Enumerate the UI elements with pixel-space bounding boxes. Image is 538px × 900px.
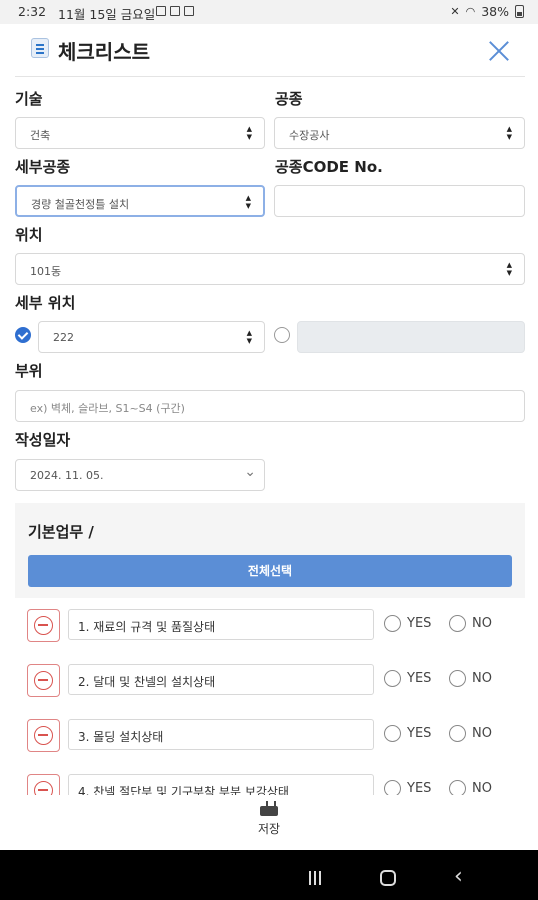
part-input[interactable]: ex) 벽체, 슬라브, S1~S4 (구간) [15,390,525,422]
battery-icon [515,5,524,18]
save-label: 저장 [257,822,281,836]
detail-work-select[interactable]: 경량 철골천정틀 설치 [15,185,265,217]
modal-header: 체크리스트 [0,24,538,76]
tech-select[interactable]: 건축 [15,117,265,149]
notification-icons [156,6,194,16]
yes-label: YES [407,781,432,795]
no-label: NO [472,671,492,686]
status-right: ✕ ◠ 38% [450,4,524,19]
item-text[interactable]: 4. 찬넬 절단부 및 기구부착 부분 보강상태 [68,774,374,795]
list-item: 3. 몰딩 설치상태 YES NO [0,719,538,759]
date-input[interactable]: 2024. 11. 05. [15,459,265,491]
recents-icon[interactable] [309,870,325,885]
yes-radio[interactable] [384,670,401,687]
detail-location-input-radio[interactable] [274,327,290,343]
tech-label: 기술 [15,90,43,108]
wifi-icon: ◠ [465,5,476,18]
yes-option[interactable]: YES [384,615,431,632]
no-label: NO [472,726,492,741]
checklist-modal: 체크리스트 기술 공종 건축 수장공사 세부공종 공종CODE No. 경량 철… [0,24,538,850]
yes-label: YES [407,671,432,686]
item-text[interactable]: 2. 달대 및 찬넬의 설치상태 [68,664,374,695]
detail-work-label: 세부공종 [15,158,71,176]
yes-option[interactable]: YES [384,670,431,687]
code-input[interactable] [274,185,525,217]
no-label: NO [472,616,492,631]
mute-icon: ✕ [450,5,460,18]
status-date: 11월 15일 금요일 [58,7,156,22]
remove-item-button[interactable] [27,719,60,752]
item-text[interactable]: 3. 몰딩 설치상태 [68,719,374,750]
back-icon[interactable]: ‹ [454,866,463,888]
save-button[interactable]: 저장 [249,801,289,845]
minus-circle-icon [34,671,53,690]
work-type-label: 공종 [275,90,303,108]
status-bar: 2:32 11월 15일 금요일 ✕ ◠ 38% [0,0,538,24]
checklist-list[interactable]: 1. 재료의 규격 및 품질상태 YES NO 2. 달대 및 찬넬의 설치상태… [0,599,538,795]
no-label: NO [472,781,492,795]
system-nav-bar: ‹ [0,850,538,900]
select-all-button[interactable]: 전체선택 [28,555,512,587]
no-radio[interactable] [449,725,466,742]
no-option[interactable]: NO [449,780,492,795]
minus-circle-icon [34,616,53,635]
location-select[interactable]: 101동 [15,253,525,285]
yes-radio[interactable] [384,615,401,632]
item-text[interactable]: 1. 재료의 규격 및 품질상태 [68,609,374,640]
part-label: 부위 [15,362,43,380]
checklist-icon [31,38,49,58]
close-icon[interactable] [484,36,514,66]
no-option[interactable]: NO [449,615,492,632]
header-divider [15,76,525,77]
detail-location-input[interactable] [297,321,525,353]
detail-location-select-radio[interactable] [15,327,31,343]
yes-label: YES [407,726,432,741]
no-radio[interactable] [449,670,466,687]
yes-label: YES [407,616,432,631]
minus-circle-icon [34,781,53,795]
app-notification-icon [170,6,180,16]
remove-item-button[interactable] [27,664,60,697]
no-radio[interactable] [449,780,466,795]
no-radio[interactable] [449,615,466,632]
list-item: 2. 달대 및 찬넬의 설치상태 YES NO [0,664,538,704]
detail-location-select[interactable]: 222 [38,321,265,353]
save-icon [260,801,278,816]
list-item: 4. 찬넬 절단부 및 기구부착 부분 보강상태 YES NO [0,774,538,795]
yes-option[interactable]: YES [384,725,431,742]
remove-item-button[interactable] [27,609,60,642]
yes-option[interactable]: YES [384,780,431,795]
basic-work-section: 기본업무 / 전체선택 [15,503,525,598]
code-label: 공종CODE No. [275,158,383,176]
yes-radio[interactable] [384,725,401,742]
section-title: 기본업무 / [28,523,94,541]
no-option[interactable]: NO [449,670,492,687]
footer: 저장 [0,795,538,850]
home-icon[interactable] [380,870,396,886]
checkbox-notification-icon [184,6,194,16]
detail-location-label: 세부 위치 [15,294,76,312]
gallery-icon [156,6,166,16]
minus-circle-icon [34,726,53,745]
status-time: 2:32 [18,4,47,19]
page-title: 체크리스트 [58,40,150,64]
location-label: 위치 [15,226,43,244]
work-type-select[interactable]: 수장공사 [274,117,525,149]
list-item: 1. 재료의 규격 및 품질상태 YES NO [0,609,538,649]
yes-radio[interactable] [384,780,401,795]
date-label: 작성일자 [15,431,71,449]
no-option[interactable]: NO [449,725,492,742]
remove-item-button[interactable] [27,774,60,795]
battery-text: 38% [481,4,509,19]
